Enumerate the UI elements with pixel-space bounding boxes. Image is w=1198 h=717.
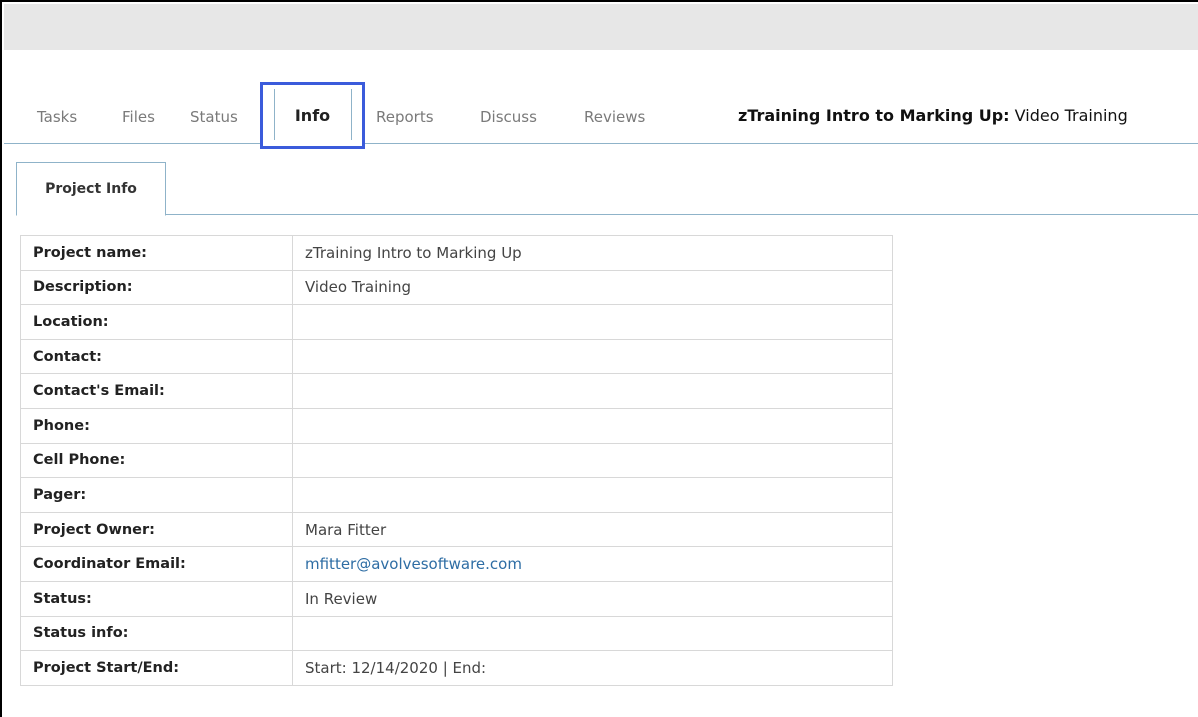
row-value: Mara Fitter (292, 511, 893, 548)
table-row: Contact: (20, 338, 893, 375)
row-label: Status: (20, 580, 293, 617)
table-row: Pager: (20, 477, 893, 513)
tab-discuss[interactable]: Discuss (480, 108, 537, 126)
row-label: Description: (20, 269, 293, 306)
project-title-name: zTraining Intro to Marking Up: (738, 106, 1010, 125)
top-toolbar (4, 4, 1198, 50)
row-value (292, 477, 893, 513)
row-label: Contact's Email: (20, 373, 293, 409)
table-row: Location: (20, 304, 893, 340)
row-label: Project name: (20, 235, 293, 271)
row-value (292, 373, 893, 409)
row-value (292, 304, 893, 340)
tab-bar: Tasks Files Status Info Reports Discuss … (4, 82, 1198, 149)
row-value (292, 615, 893, 652)
coordinator-email-link[interactable]: mfitter@avolvesoftware.com (292, 546, 893, 582)
table-row: Project Owner: Mara Fitter (20, 511, 893, 548)
subtab-bar: Project Info (16, 162, 1198, 216)
tab-info-label: Info (294, 106, 331, 125)
tab-reports[interactable]: Reports (376, 108, 434, 126)
row-value: zTraining Intro to Marking Up (292, 235, 893, 271)
table-row: Description: Video Training (20, 269, 893, 306)
tab-reviews[interactable]: Reviews (584, 108, 645, 126)
row-value: Start: 12/14/2020 | End: (292, 650, 893, 686)
row-value (292, 338, 893, 375)
table-row: Phone: (20, 407, 893, 444)
row-label: Status info: (20, 615, 293, 652)
row-label: Phone: (20, 407, 293, 444)
table-row: Project Start/End: Start: 12/14/2020 | E… (20, 650, 893, 686)
tab-status[interactable]: Status (190, 108, 238, 126)
row-value (292, 407, 893, 444)
row-value: In Review (292, 580, 893, 617)
row-label: Project Start/End: (20, 650, 293, 686)
table-row: Cell Phone: (20, 442, 893, 479)
row-label: Project Owner: (20, 511, 293, 548)
row-value: Video Training (292, 269, 893, 306)
app-frame: Tasks Files Status Info Reports Discuss … (0, 0, 1198, 717)
row-label: Pager: (20, 477, 293, 513)
row-value (292, 442, 893, 479)
tab-info[interactable]: Info (260, 82, 365, 149)
row-label: Cell Phone: (20, 442, 293, 479)
row-label: Location: (20, 304, 293, 340)
table-row: Status: In Review (20, 580, 893, 617)
tab-tasks[interactable]: Tasks (37, 108, 77, 126)
table-row: Project name: zTraining Intro to Marking… (20, 235, 893, 271)
subtab-project-info[interactable]: Project Info (16, 162, 166, 216)
row-label: Contact: (20, 338, 293, 375)
table-row: Contact's Email: (20, 373, 893, 409)
table-row: Coordinator Email: mfitter@avolvesoftwar… (20, 546, 893, 582)
project-info-table: Project name: zTraining Intro to Marking… (20, 235, 893, 686)
row-label: Coordinator Email: (20, 546, 293, 582)
project-title: zTraining Intro to Marking Up: Video Tra… (738, 106, 1128, 125)
table-row: Status info: (20, 615, 893, 652)
tab-files[interactable]: Files (122, 108, 155, 126)
project-title-description: Video Training (1014, 106, 1128, 125)
